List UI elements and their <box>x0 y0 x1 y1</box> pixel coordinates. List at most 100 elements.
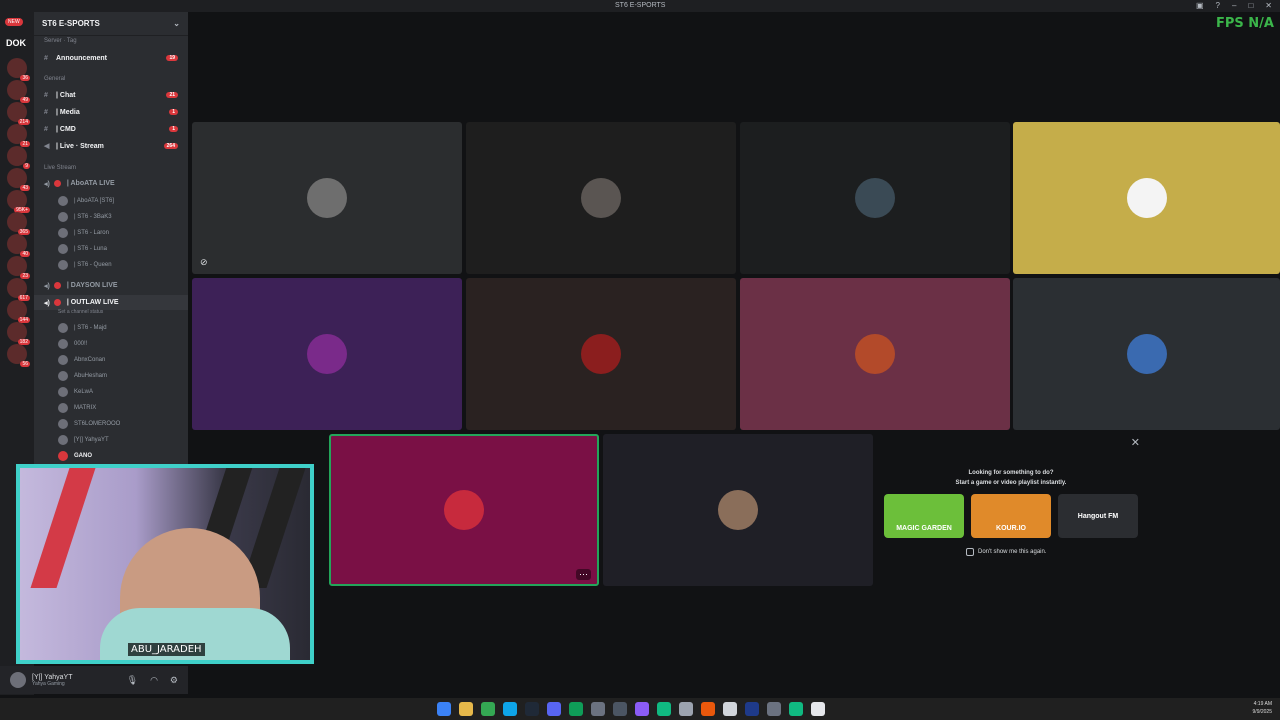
taskbar-app-icon[interactable] <box>459 702 473 716</box>
voice-user[interactable]: AbnxConan <box>58 353 105 367</box>
voice-user[interactable]: | ST6 - Luna <box>58 242 107 256</box>
server-icon[interactable]: 21 <box>7 124 30 147</box>
voice-user[interactable]: KeLwA <box>58 385 93 399</box>
voice-channel-label: | AboATA LIVE <box>66 180 115 187</box>
taskbar-app-icon[interactable] <box>547 702 561 716</box>
voice-channel-aboata[interactable]: ◂) | AboATA LIVE <box>34 176 188 191</box>
server-icon[interactable]: 43 <box>7 168 30 191</box>
fps-counter: FPS N/A <box>1216 16 1274 31</box>
taskbar-app-icon[interactable] <box>767 702 781 716</box>
voice-user-name: | AboATA [ST6] <box>74 198 115 204</box>
taskbar-app-icon[interactable] <box>481 702 495 716</box>
voice-user[interactable]: | ST6 - Queen <box>58 258 112 272</box>
voice-user-name: MATRIX <box>74 405 97 411</box>
participant-tile[interactable] <box>1013 278 1280 430</box>
server-icon[interactable]: 617 <box>7 278 30 301</box>
avatar <box>58 212 68 222</box>
activity-card-kour-io[interactable]: KOUR.IO <box>971 494 1051 538</box>
channel-sidebar: ST6 E-SPORTS ⌄ Server · Tag # Announceme… <box>34 12 188 464</box>
server-header[interactable]: ST6 E-SPORTS ⌄ <box>34 12 188 36</box>
participant-tile[interactable]: ⊘ <box>192 122 462 274</box>
activity-card-hangout-fm[interactable]: Hangout FM <box>1058 494 1138 538</box>
activity-card-magic-garden[interactable]: MAGIC GARDEN <box>884 494 964 538</box>
taskbar-app-icon[interactable] <box>723 702 737 716</box>
microphone-icon[interactable]: 🎙 <box>127 675 138 686</box>
voice-user[interactable]: MATRIX <box>58 401 96 415</box>
server-icon[interactable]: 95K+ <box>7 190 30 213</box>
taskbar-app-icon[interactable] <box>437 702 451 716</box>
taskbar-app-icon[interactable] <box>503 702 517 716</box>
voice-channel-dayson[interactable]: ◂) | DAYSON LIVE <box>34 278 188 293</box>
server-icon[interactable]: 144 <box>7 300 30 323</box>
live-dot-icon <box>53 299 61 306</box>
taskbar-app-icon[interactable] <box>591 702 605 716</box>
checkbox[interactable] <box>966 548 974 556</box>
close-icon[interactable]: ✕ <box>1131 436 1140 449</box>
taskbar-app-icon[interactable] <box>635 702 649 716</box>
taskbar-app-icon[interactable] <box>811 702 825 716</box>
dont-show-again[interactable]: Don't show me this again. <box>966 548 1047 556</box>
gear-icon[interactable]: ⚙ <box>170 675 178 686</box>
server-icon[interactable]: 214 <box>7 102 30 125</box>
channel-announcement[interactable]: # Announcement 19 <box>34 51 188 65</box>
server-icon[interactable]: 9 <box>7 146 30 169</box>
channel-chat[interactable]: # | Chat 21 <box>34 88 188 102</box>
category-general[interactable]: General <box>44 76 65 82</box>
inbox-icon[interactable]: ▣ <box>1196 1 1204 10</box>
help-icon[interactable]: ? <box>1216 1 1220 10</box>
taskbar-app-icon[interactable] <box>789 702 803 716</box>
avatar <box>581 178 621 218</box>
voice-user[interactable]: 000!! <box>58 337 87 351</box>
channel-cmd[interactable]: # | CMD 1 <box>34 122 188 136</box>
voice-user[interactable]: [Y|] YahyaYT <box>58 433 109 447</box>
participant-tile[interactable] <box>603 434 873 586</box>
participant-tile-speaking[interactable]: ⋯ <box>329 434 599 586</box>
voice-user-name: | ST6 - Laron <box>74 230 109 236</box>
notification-badge: 9 <box>23 163 30 169</box>
headphones-icon[interactable]: ◠ <box>150 675 158 686</box>
taskbar-app-icon[interactable] <box>679 702 693 716</box>
server-icon[interactable]: 40 <box>7 234 30 257</box>
server-icon[interactable]: 56 <box>7 344 30 367</box>
participant-tile[interactable] <box>740 122 1010 274</box>
voice-channel-outlaw[interactable]: ◂) | OUTLAW LIVE <box>34 295 188 310</box>
voice-user[interactable]: | AboATA [ST6] <box>58 194 114 208</box>
taskbar-app-icon[interactable] <box>701 702 715 716</box>
voice-user[interactable]: | ST6 - 3BaK3 <box>58 210 112 224</box>
server-icon[interactable]: 365 <box>7 212 30 235</box>
more-options-icon[interactable]: ⋯ <box>576 569 591 580</box>
voice-user[interactable]: | ST6 - Majd <box>58 321 107 335</box>
voice-user[interactable]: AbuHesham <box>58 369 107 383</box>
close-button[interactable]: ✕ <box>1265 1 1272 10</box>
taskbar-app-icon[interactable] <box>525 702 539 716</box>
chevron-down-icon[interactable]: ⌄ <box>173 19 180 28</box>
taskbar-app-icon[interactable] <box>613 702 627 716</box>
voice-user[interactable]: ST6LOMEROOO <box>58 417 120 431</box>
avatar <box>718 490 758 530</box>
taskbar-app-icon[interactable] <box>745 702 759 716</box>
minimize-button[interactable]: – <box>1232 1 1236 10</box>
participant-tile[interactable] <box>466 278 736 430</box>
avatar[interactable] <box>10 672 26 688</box>
server-icon[interactable]: 36 <box>7 58 30 81</box>
participant-tile[interactable] <box>192 278 462 430</box>
channel-live-stream[interactable]: ◀ | Live · Stream 264 <box>34 139 188 153</box>
participant-tile[interactable] <box>466 122 736 274</box>
taskbar-app-icon[interactable] <box>569 702 583 716</box>
voice-user[interactable]: GANO <box>58 449 92 463</box>
maximize-button[interactable]: □ <box>1248 1 1253 10</box>
server-icon[interactable]: 49 <box>7 80 30 103</box>
server-icon[interactable]: 182 <box>7 322 30 345</box>
channel-status[interactable]: Set a channel status <box>58 309 103 315</box>
voice-user[interactable]: | ST6 - Laron <box>58 226 109 240</box>
taskbar-app-icon[interactable] <box>657 702 671 716</box>
channel-media[interactable]: # | Media 1 <box>34 105 188 119</box>
participant-tile[interactable] <box>740 278 1010 430</box>
avatar <box>58 323 68 333</box>
server-icon[interactable]: 23 <box>7 256 30 279</box>
system-tray[interactable]: 4:19 AM 9/9/2025 <box>1253 700 1272 716</box>
category-live-stream[interactable]: Live Stream <box>44 165 76 171</box>
avatar <box>1126 178 1167 218</box>
participant-tile[interactable] <box>1013 122 1280 274</box>
live-dot-icon <box>53 282 61 289</box>
